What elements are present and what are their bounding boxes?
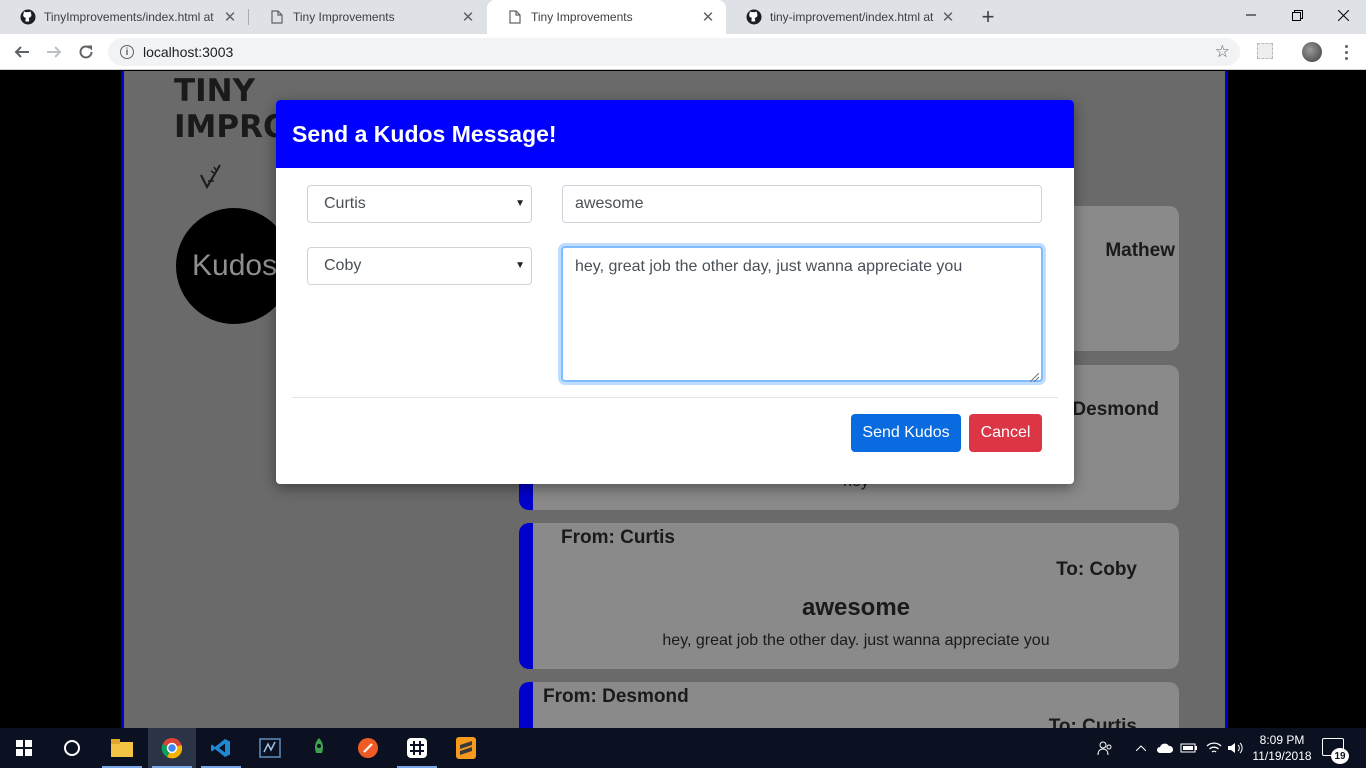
kudos-card: From: Curtis To: Coby awesome hey, great… [519, 523, 1179, 669]
info-icon[interactable]: i [120, 45, 134, 59]
vscode-icon[interactable] [197, 728, 245, 768]
close-tab-icon[interactable]: ✕ [700, 9, 716, 26]
tab-github-2[interactable]: tiny-improvement/index.html at ✕ [726, 0, 966, 34]
kudos-circle-button[interactable]: Kudos [176, 208, 292, 324]
tab-title: Tiny Improvements [531, 10, 633, 24]
close-window-icon[interactable] [1320, 0, 1366, 30]
clock-time: 8:09 PM [1259, 733, 1305, 747]
page-icon [269, 9, 285, 25]
onedrive-cloud-icon[interactable] [1155, 728, 1175, 768]
file-explorer-icon[interactable] [98, 728, 146, 768]
card-from: From: Desmond [543, 686, 689, 707]
modal-title: Send a Kudos Message! [276, 100, 1074, 168]
card-to: Mathew [1105, 240, 1175, 261]
notification-count-badge: 19 [1331, 748, 1349, 764]
tab-title: Tiny Improvements [293, 10, 395, 24]
people-icon[interactable] [1094, 728, 1116, 768]
tab-title: TinyImprovements/index.html at [44, 10, 214, 24]
resize-handle-icon[interactable] [1029, 369, 1040, 383]
extension-icon[interactable] [1257, 43, 1273, 59]
tab-github-1[interactable]: TinyImprovements/index.html at ✕ [0, 0, 248, 34]
volume-icon[interactable] [1226, 728, 1246, 768]
cortana-icon[interactable] [48, 728, 96, 768]
card-to: To: Curtis [1048, 716, 1137, 728]
windows-taskbar: 8:09 PM 11/19/2018 19 [0, 728, 1366, 768]
chevron-down-icon: ▼ [515, 260, 525, 271]
github-icon [746, 9, 762, 25]
forward-arrow-icon[interactable] [40, 38, 68, 66]
back-arrow-icon[interactable] [8, 38, 36, 66]
browser-toolbar: i localhost:3003 ☆ [0, 34, 1366, 70]
sublime-text-icon[interactable] [442, 728, 490, 768]
windows-start-icon[interactable] [0, 728, 48, 768]
message-text: hey, great job the other day, just wanna… [575, 258, 963, 275]
close-tab-icon[interactable]: ✕ [460, 9, 476, 26]
tab-tiny-improvements-active[interactable]: Tiny Improvements ✕ [487, 0, 726, 34]
card-message: hey, great job the other day. just wanna… [662, 632, 1050, 649]
card-subject: awesome [801, 594, 911, 621]
to-select[interactable]: Coby ▼ [307, 247, 532, 285]
close-tab-icon[interactable]: ✕ [222, 9, 238, 26]
page-icon [507, 9, 523, 25]
browser-menu-icon[interactable] [1338, 40, 1354, 64]
bookmark-star-icon[interactable]: ☆ [1215, 42, 1230, 62]
minimize-icon[interactable] [1228, 0, 1274, 30]
card-to: Desmond [1072, 399, 1159, 420]
system-clock[interactable]: 8:09 PM 11/19/2018 [1244, 732, 1320, 764]
restore-icon[interactable] [1274, 0, 1320, 30]
wifi-icon[interactable] [1204, 728, 1224, 768]
address-url: localhost:3003 [143, 44, 234, 60]
new-tab-button[interactable]: + [976, 4, 1000, 29]
modal-divider [292, 397, 1058, 398]
message-textarea[interactable]: hey, great job the other day, just wanna… [561, 246, 1043, 383]
logo-icon [198, 161, 228, 195]
card-to: To: Coby [1056, 559, 1137, 580]
to-select-value: Coby [324, 257, 362, 274]
postman-icon[interactable] [344, 728, 392, 768]
send-kudos-modal: Send a Kudos Message! Curtis ▼ awesome C… [276, 100, 1074, 484]
clock-date: 11/19/2018 [1252, 749, 1312, 763]
battery-icon[interactable] [1179, 728, 1199, 768]
send-kudos-button[interactable]: Send Kudos [851, 414, 961, 452]
tab-tiny-improvements-1[interactable]: Tiny Improvements ✕ [249, 0, 486, 34]
cancel-button[interactable]: Cancel [969, 414, 1042, 452]
from-select[interactable]: Curtis ▼ [307, 185, 532, 223]
chrome-icon[interactable] [148, 728, 196, 768]
show-hidden-icons-chevron-icon[interactable] [1132, 728, 1150, 768]
mysql-workbench-icon[interactable] [246, 728, 294, 768]
address-bar[interactable]: i localhost:3003 ☆ [108, 38, 1240, 66]
from-select-value: Curtis [324, 195, 366, 212]
profile-avatar[interactable] [1302, 42, 1322, 62]
close-tab-icon[interactable]: ✕ [940, 9, 956, 26]
subject-input[interactable]: awesome [562, 185, 1042, 223]
robomongo-icon[interactable] [295, 728, 343, 768]
card-from: From: Curtis [561, 527, 675, 548]
reload-icon[interactable] [72, 38, 100, 66]
tab-title: tiny-improvement/index.html at [770, 10, 934, 24]
slack-icon[interactable] [393, 728, 441, 768]
tab-strip: TinyImprovements/index.html at ✕ Tiny Im… [0, 0, 1366, 34]
kudos-card: From: Desmond To: Curtis [519, 682, 1179, 728]
github-icon [20, 9, 36, 25]
chevron-down-icon: ▼ [515, 198, 525, 209]
